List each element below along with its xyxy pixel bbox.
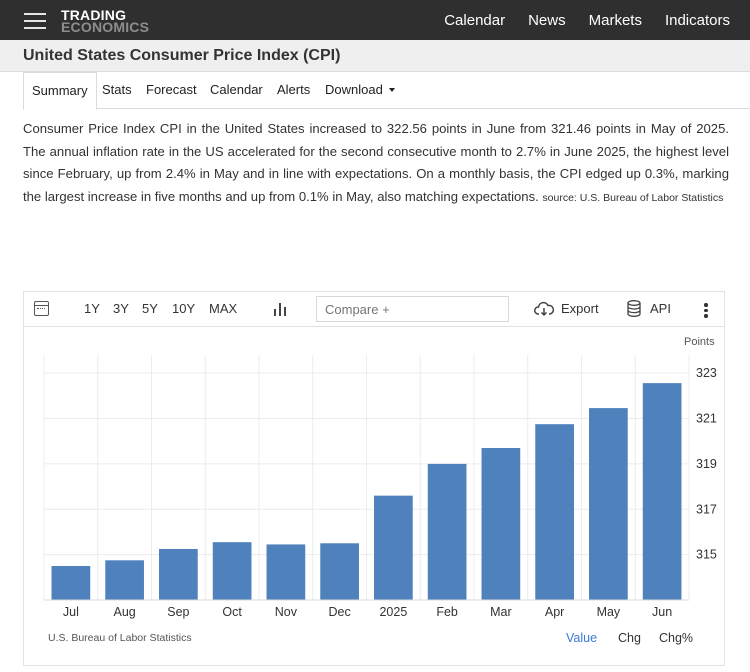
nav-markets[interactable]: Markets: [589, 12, 642, 29]
logo[interactable]: TRADING ECONOMICS: [61, 8, 150, 35]
y-axis-unit-label: Points: [684, 336, 715, 348]
x-tick-label: Mar: [490, 605, 512, 619]
bar-may[interactable]: [589, 408, 628, 600]
bar-apr[interactable]: [535, 424, 574, 600]
main-nav: Calendar News Markets Indicators: [421, 0, 730, 40]
bar-2025[interactable]: [374, 495, 413, 600]
summary-paragraph: Consumer Price Index CPI in the United S…: [23, 118, 729, 209]
tab-alerts[interactable]: Alerts: [277, 72, 310, 109]
tab-stats[interactable]: Stats: [102, 72, 132, 109]
y-tick-label: 315: [696, 548, 717, 562]
y-tick-label: 321: [696, 412, 717, 426]
nav-news[interactable]: News: [528, 12, 566, 29]
x-tick-label: Dec: [329, 605, 351, 619]
nav-indicators[interactable]: Indicators: [665, 12, 730, 29]
nav-calendar[interactable]: Calendar: [444, 12, 505, 29]
x-tick-label: 2025: [379, 605, 407, 619]
title-bar: United States Consumer Price Index (CPI): [0, 40, 750, 72]
x-tick-label: Aug: [114, 605, 136, 619]
logo-line2: ECONOMICS: [61, 19, 150, 35]
x-tick-label: Sep: [167, 605, 189, 619]
x-tick-label: Feb: [436, 605, 458, 619]
page-title: United States Consumer Price Index (CPI): [23, 47, 341, 64]
tab-download-label: Download: [325, 82, 383, 97]
y-tick-label: 317: [696, 502, 717, 516]
tab-forecast[interactable]: Forecast: [146, 72, 197, 109]
menu-icon[interactable]: [24, 13, 46, 29]
chart-panel: 1Y 3Y 5Y 10Y MAX Export API JulAugSepOct…: [23, 291, 725, 666]
y-tick-label: 323: [696, 366, 717, 380]
x-tick-label: Oct: [222, 605, 242, 619]
bar-oct[interactable]: [212, 542, 252, 600]
bar-feb[interactable]: [427, 463, 467, 600]
bar-aug[interactable]: [105, 560, 144, 600]
tab-summary[interactable]: Summary: [23, 72, 97, 110]
top-navigation-bar: TRADING ECONOMICS Calendar News Markets …: [0, 0, 750, 40]
summary-source[interactable]: source: U.S. Bureau of Labor Statistics: [542, 192, 723, 204]
x-tick-label: Jun: [652, 605, 672, 619]
bar-dec[interactable]: [320, 543, 359, 600]
caret-down-icon: [388, 87, 395, 92]
bar-nov[interactable]: [266, 544, 306, 600]
chg-toggle[interactable]: Chg: [618, 631, 641, 645]
bar-jul[interactable]: [51, 565, 91, 600]
chart-source: U.S. Bureau of Labor Statistics: [48, 632, 192, 644]
value-toggle[interactable]: Value: [566, 631, 597, 645]
x-tick-label: Jul: [63, 605, 79, 619]
bar-mar[interactable]: [481, 448, 521, 600]
x-tick-label: May: [597, 605, 621, 619]
bar-jun[interactable]: [642, 383, 682, 600]
y-tick-label: 319: [696, 457, 717, 471]
tab-calendar[interactable]: Calendar: [210, 72, 263, 109]
x-tick-label: Apr: [545, 605, 564, 619]
tab-bar: Summary Stats Forecast Calendar Alerts D…: [23, 72, 750, 110]
chg-pct-toggle[interactable]: Chg%: [659, 631, 693, 645]
bar-sep[interactable]: [159, 548, 198, 600]
cpi-bar-chart: Jul Aug Sep Oct Nov Dec 2025 Feb Mar Apr May Jun 315…: [43, 336, 717, 619]
tab-download[interactable]: Download: [325, 72, 395, 109]
x-tick-label: Nov: [275, 605, 298, 619]
